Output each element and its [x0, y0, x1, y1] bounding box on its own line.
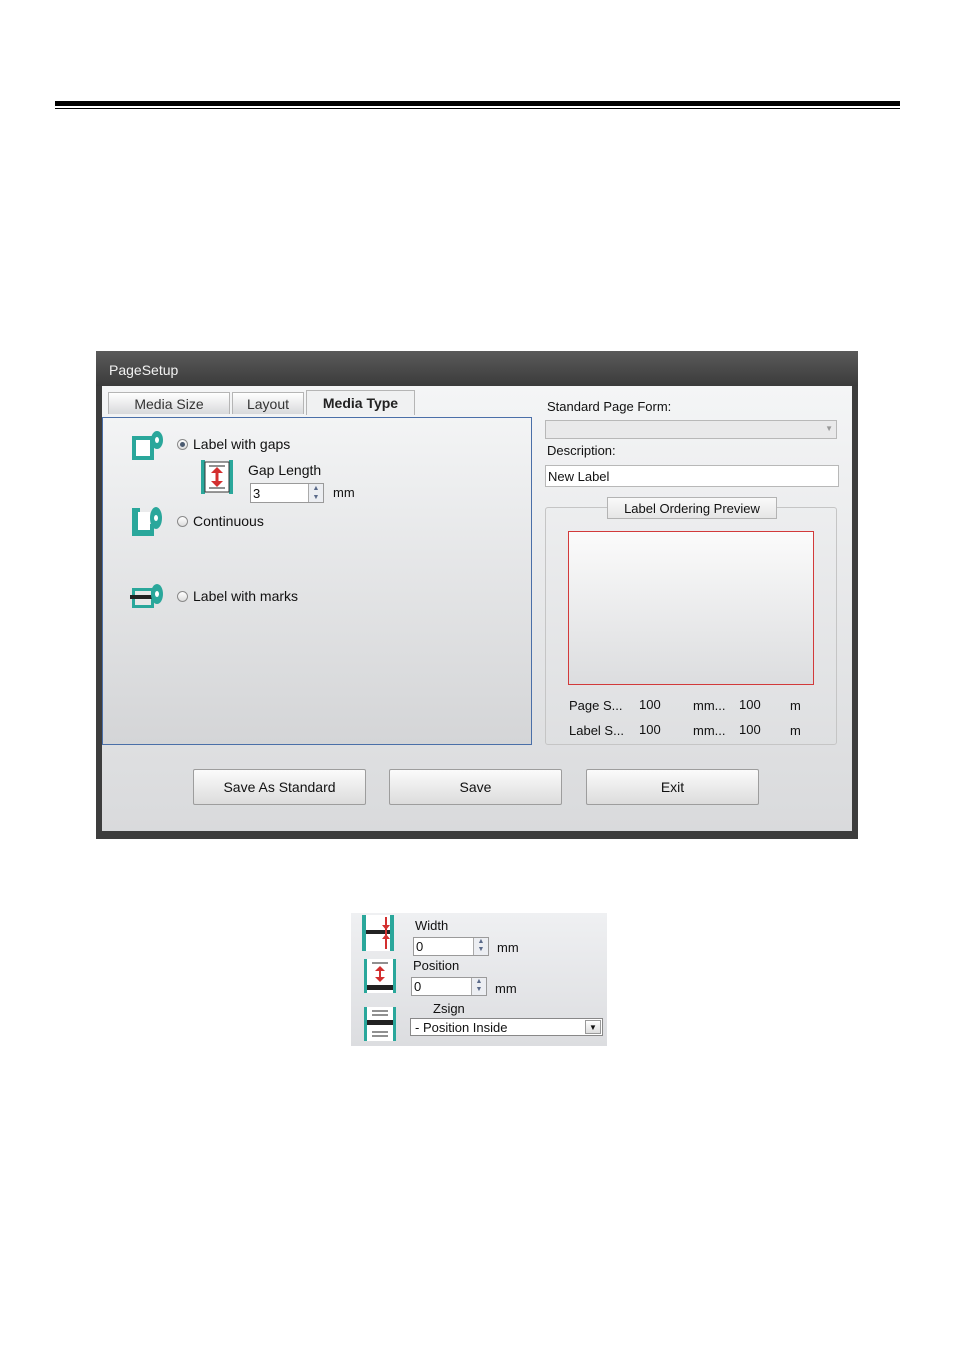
- tab-label: Media Size: [134, 395, 204, 412]
- label-size-unit1: mm...: [693, 723, 726, 738]
- stepper-up-icon[interactable]: ▲: [472, 978, 486, 986]
- stepper-buttons: ▲ ▼: [308, 484, 323, 502]
- save-button[interactable]: Save: [389, 769, 562, 805]
- title-bar[interactable]: PageSetup: [96, 351, 858, 386]
- page-size-width: 100: [639, 697, 661, 712]
- chevron-down-icon: ▼: [825, 424, 833, 433]
- radio-label-with-gaps[interactable]: [177, 438, 188, 450]
- stepper-buttons: ▲ ▼: [471, 978, 486, 995]
- preview-title: Label Ordering Preview: [607, 497, 777, 519]
- radio-continuous[interactable]: [177, 515, 188, 527]
- zsign-value: - Position Inside: [415, 1020, 508, 1035]
- option-label-with-marks[interactable]: Label with marks: [177, 588, 298, 604]
- stepper-buttons: ▲ ▼: [473, 938, 488, 955]
- page-top-rule-thin: [55, 108, 900, 109]
- standard-page-form-select[interactable]: ▼: [545, 420, 837, 439]
- stepper-up-icon[interactable]: ▲: [474, 938, 488, 946]
- gap-length-stepper[interactable]: 3 ▲ ▼: [250, 483, 324, 503]
- gap-length-label: Gap Length: [248, 462, 322, 478]
- stepper-up-icon[interactable]: ▲: [309, 484, 323, 493]
- tab-media-size[interactable]: Media Size: [108, 392, 230, 414]
- description-input[interactable]: New Label: [545, 465, 839, 487]
- zsign-label: Zsign: [433, 1001, 465, 1016]
- description-value: New Label: [548, 469, 610, 484]
- standard-page-form-label: Standard Page Form:: [547, 399, 672, 414]
- save-as-standard-button[interactable]: Save As Standard: [193, 769, 366, 805]
- zsign-select[interactable]: - Position Inside ▼: [410, 1018, 603, 1036]
- gap-length-icon: [201, 460, 233, 494]
- dialog-client-area: Media Size Layout Media Type Label with …: [102, 386, 852, 831]
- position-label: Position: [413, 958, 460, 973]
- option-continuous[interactable]: Continuous: [177, 513, 264, 529]
- button-label: Save: [459, 779, 492, 795]
- option-label: Continuous: [193, 513, 264, 529]
- chevron-down-icon[interactable]: ▼: [585, 1020, 601, 1034]
- marks-settings-panel: Width 0 ▲ ▼ mm Position 0 ▲ ▼ mm Zsign -…: [351, 913, 607, 1046]
- label-size-unit2: m: [790, 723, 801, 738]
- tab-layout[interactable]: Layout: [232, 392, 304, 414]
- gap-length-value: 3: [253, 486, 261, 501]
- page-size-unit1: mm...: [693, 698, 726, 713]
- tab-label: Layout: [246, 395, 290, 412]
- dialog-title: PageSetup: [109, 362, 179, 378]
- label-size-width: 100: [639, 722, 661, 737]
- stepper-down-icon[interactable]: ▼: [472, 986, 486, 994]
- page-size-height: 100: [739, 697, 761, 712]
- media-type-panel: Label with gaps Gap Length 3 ▲ ▼ mm Cont…: [102, 417, 532, 745]
- radio-label-with-marks[interactable]: [177, 590, 188, 602]
- label-size-label: Label S...: [569, 723, 624, 738]
- page-size-label: Page S...: [569, 698, 623, 713]
- stepper-down-icon[interactable]: ▼: [309, 493, 323, 502]
- label-roll-gaps-icon: [132, 431, 163, 460]
- preview-canvas: [568, 531, 814, 685]
- label-size-height: 100: [739, 722, 761, 737]
- exit-button[interactable]: Exit: [586, 769, 759, 805]
- gap-unit: mm: [333, 485, 355, 500]
- button-label: Save As Standard: [223, 779, 336, 795]
- width-stepper[interactable]: 0 ▲ ▼: [413, 937, 489, 956]
- width-unit: mm: [497, 940, 519, 955]
- tab-media-type[interactable]: Media Type: [306, 390, 415, 415]
- width-label: Width: [415, 918, 449, 933]
- description-label: Description:: [547, 443, 616, 458]
- page-size-unit2: m: [790, 698, 801, 713]
- option-label: Label with gaps: [193, 436, 291, 452]
- label-ordering-preview-group: Label Ordering Preview Page S... 100 mm.…: [545, 497, 837, 745]
- position-stepper[interactable]: 0 ▲ ▼: [411, 977, 487, 996]
- stepper-down-icon[interactable]: ▼: [474, 946, 488, 954]
- option-label: Label with marks: [193, 588, 299, 604]
- option-label-with-gaps[interactable]: Label with gaps: [177, 436, 290, 452]
- tab-label: Media Type: [322, 395, 399, 411]
- position-unit: mm: [495, 981, 517, 996]
- page-top-rule: [55, 101, 900, 106]
- button-label: Exit: [660, 779, 685, 795]
- position-value: 0: [414, 979, 422, 994]
- label-with-marks-icon: [130, 584, 163, 608]
- mark-position-icon: [364, 959, 396, 993]
- width-value: 0: [416, 939, 424, 954]
- mark-width-icon: [362, 915, 394, 951]
- zsign-icon: [364, 1007, 396, 1041]
- continuous-roll-icon: [132, 507, 162, 536]
- page-setup-dialog: PageSetup Media Size Layout Media Type L…: [96, 351, 858, 839]
